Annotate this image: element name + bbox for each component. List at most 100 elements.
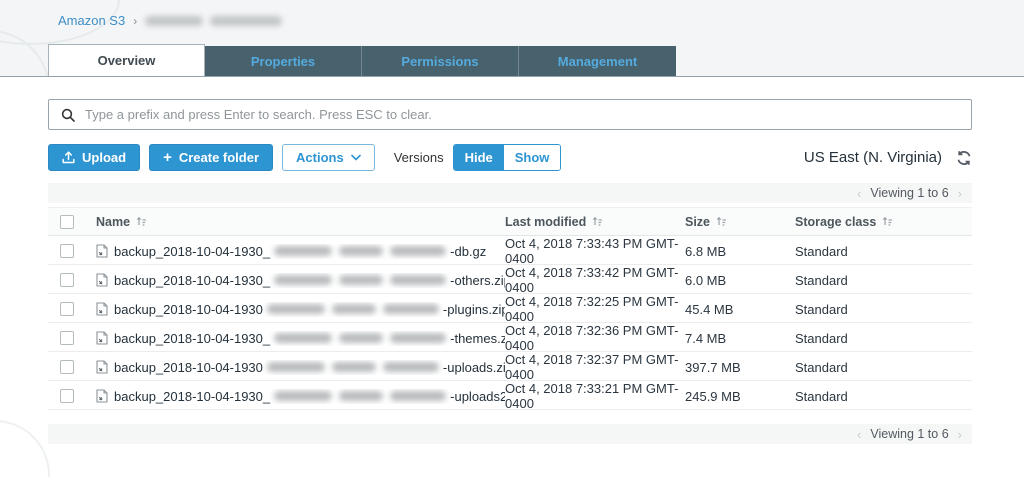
upload-icon	[62, 151, 75, 164]
object-name-link[interactable]: backup_2018-10-04-1930_ -others.zip	[114, 273, 505, 288]
table-header-row: Name Last modified Size Storage class	[48, 207, 972, 236]
column-header-name[interactable]: Name	[88, 215, 505, 229]
sort-icon[interactable]	[716, 216, 727, 227]
row-checkbox[interactable]	[60, 331, 74, 345]
tab-overview[interactable]: Overview	[48, 44, 205, 76]
console-header-band: Amazon S3 › Overview Properties Permissi…	[0, 0, 1024, 77]
object-name-suffix: -uploads.zip	[442, 359, 505, 375]
row-checkbox[interactable]	[60, 389, 74, 403]
file-icon	[96, 273, 108, 287]
object-table-body: backup_2018-10-04-1930_ -db.gz Oct 4, 2018…	[48, 236, 972, 411]
table-row: backup_2018-10-04-1930 -plugins.zip Oct 4,…	[48, 294, 972, 324]
object-name-suffix: -db.gz	[450, 243, 487, 259]
table-row: backup_2018-10-04-1930_ -themes.zipOct 4,…	[48, 323, 972, 353]
page-next-icon[interactable]: ›	[958, 428, 962, 441]
object-name-suffix: -uploads2.zip	[450, 388, 505, 404]
object-name-prefix: backup_2018-10-04-1930_	[114, 388, 271, 404]
storage-class-cell: Standard	[795, 359, 848, 375]
storage-class-cell: Standard	[795, 272, 848, 288]
actions-dropdown-button[interactable]: Actions	[282, 144, 375, 171]
breadcrumb-separator: ›	[133, 13, 138, 28]
sort-icon[interactable]	[882, 216, 893, 227]
file-icon	[96, 389, 108, 403]
last-modified-cell: Oct 4, 2018 7:32:37 PM GMT-0400	[505, 352, 679, 382]
column-header-storage-class-label: Storage class	[795, 214, 877, 229]
table-row: backup_2018-10-04-1930_ -uploads2.zipOct …	[48, 381, 972, 411]
plus-icon: +	[163, 149, 172, 166]
select-all-checkbox[interactable]	[60, 214, 74, 229]
storage-class-cell: Standard	[795, 388, 848, 404]
chevron-down-icon	[350, 154, 361, 161]
versions-toggle: Hide Show	[452, 144, 562, 171]
size-cell: 6.0 MB	[685, 272, 727, 288]
prefix-search-box[interactable]	[48, 99, 972, 130]
tab-permissions[interactable]: Permissions	[362, 46, 519, 76]
size-cell: 6.8 MB	[685, 243, 727, 259]
file-icon	[96, 244, 108, 258]
versions-show-button[interactable]: Show	[503, 145, 561, 170]
object-name-suffix: -themes.zip	[450, 330, 505, 346]
object-name-prefix: backup_2018-10-04-1930_	[114, 272, 271, 288]
object-name-link[interactable]: backup_2018-10-04-1930_ -uploads2.zip	[114, 389, 505, 404]
size-cell: 45.4 MB	[685, 301, 734, 317]
column-header-name-label: Name	[96, 214, 131, 229]
breadcrumb: Amazon S3 ›	[58, 13, 283, 28]
page-next-icon[interactable]: ›	[958, 187, 962, 200]
pagination-bar-top: ‹ Viewing 1 to 6 ›	[48, 183, 972, 203]
file-icon	[96, 331, 108, 345]
object-name-prefix: backup_2018-10-04-1930	[114, 359, 263, 375]
refresh-icon[interactable]	[956, 150, 972, 166]
file-icon	[96, 302, 108, 316]
sort-icon[interactable]	[592, 216, 603, 227]
page-prev-icon[interactable]: ‹	[857, 428, 861, 441]
upload-button[interactable]: Upload	[48, 144, 141, 171]
size-cell: 397.7 MB	[685, 359, 741, 375]
column-header-last-modified[interactable]: Last modified	[505, 215, 685, 229]
tab-bar: Overview Properties Permissions Manageme…	[48, 44, 676, 76]
last-modified-cell: Oct 4, 2018 7:32:25 PM GMT-0400	[505, 294, 679, 324]
column-header-size-label: Size	[685, 214, 711, 229]
search-input[interactable]	[85, 107, 959, 122]
object-name-prefix: backup_2018-10-04-1930_	[114, 330, 271, 346]
pagination-bar-bottom: ‹ Viewing 1 to 6 ›	[48, 424, 972, 444]
viewing-range-label: Viewing 1 to 6	[870, 427, 949, 441]
table-row: backup_2018-10-04-1930_ -db.gz Oct 4, 2018…	[48, 236, 972, 266]
upload-button-label: Upload	[82, 150, 127, 165]
column-header-storage-class[interactable]: Storage class	[795, 215, 972, 229]
last-modified-cell: Oct 4, 2018 7:32:36 PM GMT-0400	[505, 323, 679, 353]
column-header-last-modified-label: Last modified	[505, 214, 587, 229]
row-checkbox[interactable]	[60, 273, 74, 287]
last-modified-cell: Oct 4, 2018 7:33:43 PM GMT-0400	[505, 236, 679, 266]
size-cell: 7.4 MB	[685, 330, 727, 346]
object-name-link[interactable]: backup_2018-10-04-1930_ -themes.zip	[114, 331, 505, 346]
tab-properties[interactable]: Properties	[205, 46, 362, 76]
row-checkbox[interactable]	[60, 360, 74, 374]
object-name-suffix: -others.zip	[450, 272, 505, 288]
create-folder-button[interactable]: + Create folder	[149, 144, 274, 171]
object-name-link[interactable]: backup_2018-10-04-1930 -uploads.zip	[114, 360, 505, 375]
sort-icon[interactable]	[136, 216, 147, 227]
versions-hide-button[interactable]: Hide	[453, 145, 504, 170]
row-checkbox[interactable]	[60, 302, 74, 316]
object-name-prefix: backup_2018-10-04-1930	[114, 301, 263, 317]
object-name-redacted	[266, 304, 439, 314]
object-name-redacted	[274, 391, 447, 401]
column-header-size[interactable]: Size	[685, 215, 795, 229]
size-cell: 245.9 MB	[685, 388, 741, 404]
toolbar: Upload + Create folder Actions Versions …	[48, 144, 972, 171]
breadcrumb-amazon-s3-link[interactable]: Amazon S3	[58, 13, 125, 28]
object-name-suffix: -plugins.zip	[442, 301, 505, 317]
row-checkbox[interactable]	[60, 244, 74, 258]
storage-class-cell: Standard	[795, 243, 848, 259]
object-name-redacted	[274, 275, 447, 285]
page-prev-icon[interactable]: ‹	[857, 187, 861, 200]
region-label: US East (N. Virginia)	[803, 149, 942, 166]
last-modified-cell: Oct 4, 2018 7:33:21 PM GMT-0400	[505, 381, 679, 411]
last-modified-cell: Oct 4, 2018 7:33:42 PM GMT-0400	[505, 265, 679, 295]
viewing-range-label: Viewing 1 to 6	[870, 186, 949, 200]
tab-management[interactable]: Management	[519, 46, 676, 76]
object-name-link[interactable]: backup_2018-10-04-1930_ -db.gz	[114, 244, 486, 259]
object-name-link[interactable]: backup_2018-10-04-1930 -plugins.zip	[114, 302, 505, 317]
storage-class-cell: Standard	[795, 330, 848, 346]
bucket-name-redacted[interactable]	[145, 15, 283, 26]
